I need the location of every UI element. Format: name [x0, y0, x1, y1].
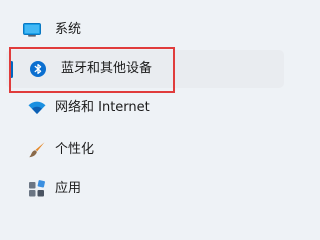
monitor-icon — [23, 21, 41, 39]
nav-item-apps[interactable]: 应用 — [6, 170, 284, 208]
nav-item-label: 系统 — [55, 22, 82, 37]
nav-item-personalization[interactable]: 个性化 — [6, 131, 284, 169]
nav-item-bluetooth[interactable]: 蓝牙和其他设备 — [6, 50, 284, 88]
nav-item-label: 应用 — [55, 181, 82, 196]
wifi-icon — [28, 99, 46, 117]
settings-nav-sidebar: 系统 蓝牙和其他设备 网络和 Internet 个性化 应用 — [0, 0, 319, 215]
nav-item-label: 个性化 — [55, 142, 95, 157]
apps-icon — [28, 180, 46, 198]
nav-item-network[interactable]: 网络和 Internet — [6, 89, 284, 127]
selection-indicator — [10, 61, 13, 78]
bluetooth-icon — [29, 60, 47, 78]
paintbrush-icon — [28, 141, 46, 159]
nav-item-label: 网络和 Internet — [55, 100, 150, 115]
nav-item-system[interactable]: 系统 — [6, 11, 284, 49]
nav-item-label: 蓝牙和其他设备 — [61, 61, 153, 76]
